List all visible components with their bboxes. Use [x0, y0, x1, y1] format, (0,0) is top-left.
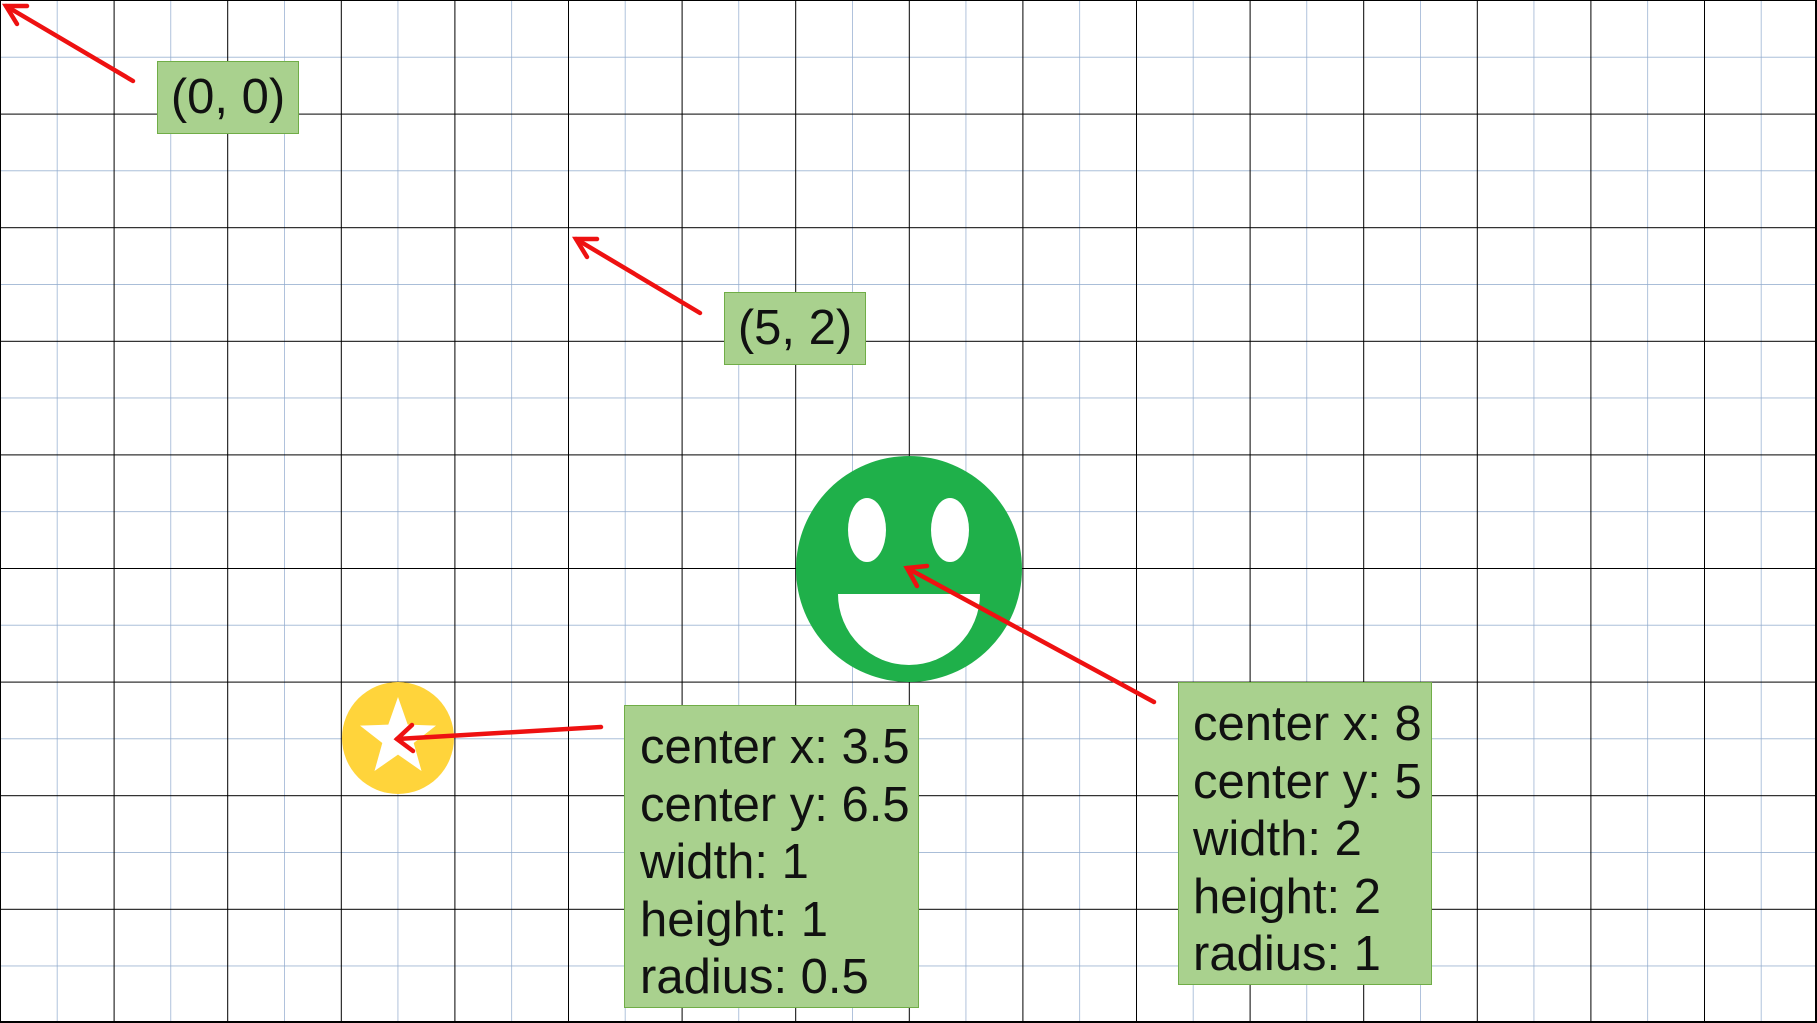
star-center-x: center x: 3.5	[640, 720, 910, 774]
smiley-width: width: 2	[1193, 812, 1362, 866]
smiley-right-eye	[931, 498, 969, 562]
star-width: width: 1	[640, 835, 809, 889]
smiley-center-y: center y: 5	[1193, 754, 1422, 809]
star-radius: radius: 0.5	[640, 950, 869, 1004]
smiley-height: height: 2	[1193, 869, 1381, 924]
origin-coordinate-label: (0, 0)	[157, 61, 299, 134]
star-center-y: center y: 6.5	[640, 777, 910, 832]
smiley-info-box: center x: 8 center y: 5 width: 2 height:…	[1178, 682, 1432, 985]
star-info-box: center x: 3.5 center y: 6.5 width: 1 hei…	[624, 705, 919, 1008]
smiley-radius: radius: 1	[1193, 927, 1381, 981]
smiley-left-eye	[848, 498, 886, 562]
point-coordinate-label: (5, 2)	[724, 292, 866, 365]
origin-coordinate-text: (0, 0)	[170, 70, 286, 124]
star-height: height: 1	[640, 892, 828, 947]
point-coordinate-text: (5, 2)	[737, 301, 853, 355]
smiley-center-x: center x: 8	[1193, 697, 1422, 751]
